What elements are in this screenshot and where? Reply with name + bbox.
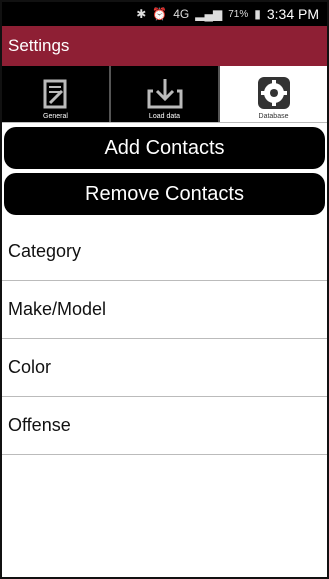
page-title: Settings xyxy=(8,36,70,55)
tab-general-label: General xyxy=(43,113,68,120)
list-item-label: Make/Model xyxy=(8,299,107,319)
list-item-label: Offense xyxy=(8,415,71,435)
network-label: 4G xyxy=(173,7,190,21)
gear-icon xyxy=(257,77,290,109)
status-time: 3:34 PM xyxy=(266,6,319,22)
bluetooth-icon: ✱ xyxy=(136,7,147,21)
app-frame: ✱ ⏰ 4G ▂▄▆ 71% ▮ 3:34 PM Settings Genera… xyxy=(0,0,329,579)
remove-contacts-button[interactable]: Remove Contacts xyxy=(4,173,325,215)
tab-load-data-label: Load data xyxy=(148,113,181,120)
list-item-label: Color xyxy=(8,357,52,377)
list-item-make-model[interactable]: Make/Model xyxy=(2,281,327,339)
tab-database-label: Database xyxy=(258,113,289,120)
settings-list: Category Make/Model Color Offense xyxy=(2,223,327,455)
list-item-offense[interactable]: Offense xyxy=(2,397,327,455)
list-item-label: Category xyxy=(8,241,82,261)
add-contacts-button[interactable]: Add Contacts xyxy=(4,127,325,169)
battery-icon: ▮ xyxy=(254,7,261,21)
list-item-category[interactable]: Category xyxy=(2,223,327,281)
signal-icon: ▂▄▆ xyxy=(195,7,223,21)
list-item-color[interactable]: Color xyxy=(2,339,327,397)
tab-bar: General Load data Database xyxy=(2,66,327,123)
download-tray-icon xyxy=(147,79,182,109)
document-edit-icon xyxy=(43,79,66,109)
battery-percent: 71% xyxy=(228,8,249,20)
tab-load-data[interactable]: Load data xyxy=(111,66,220,122)
alarm-icon: ⏰ xyxy=(152,7,168,21)
tab-database[interactable]: Database xyxy=(220,66,327,122)
app-title-bar: Settings xyxy=(2,26,327,66)
status-bar: ✱ ⏰ 4G ▂▄▆ 71% ▮ 3:34 PM xyxy=(2,2,327,26)
tab-general[interactable]: General xyxy=(2,66,111,122)
